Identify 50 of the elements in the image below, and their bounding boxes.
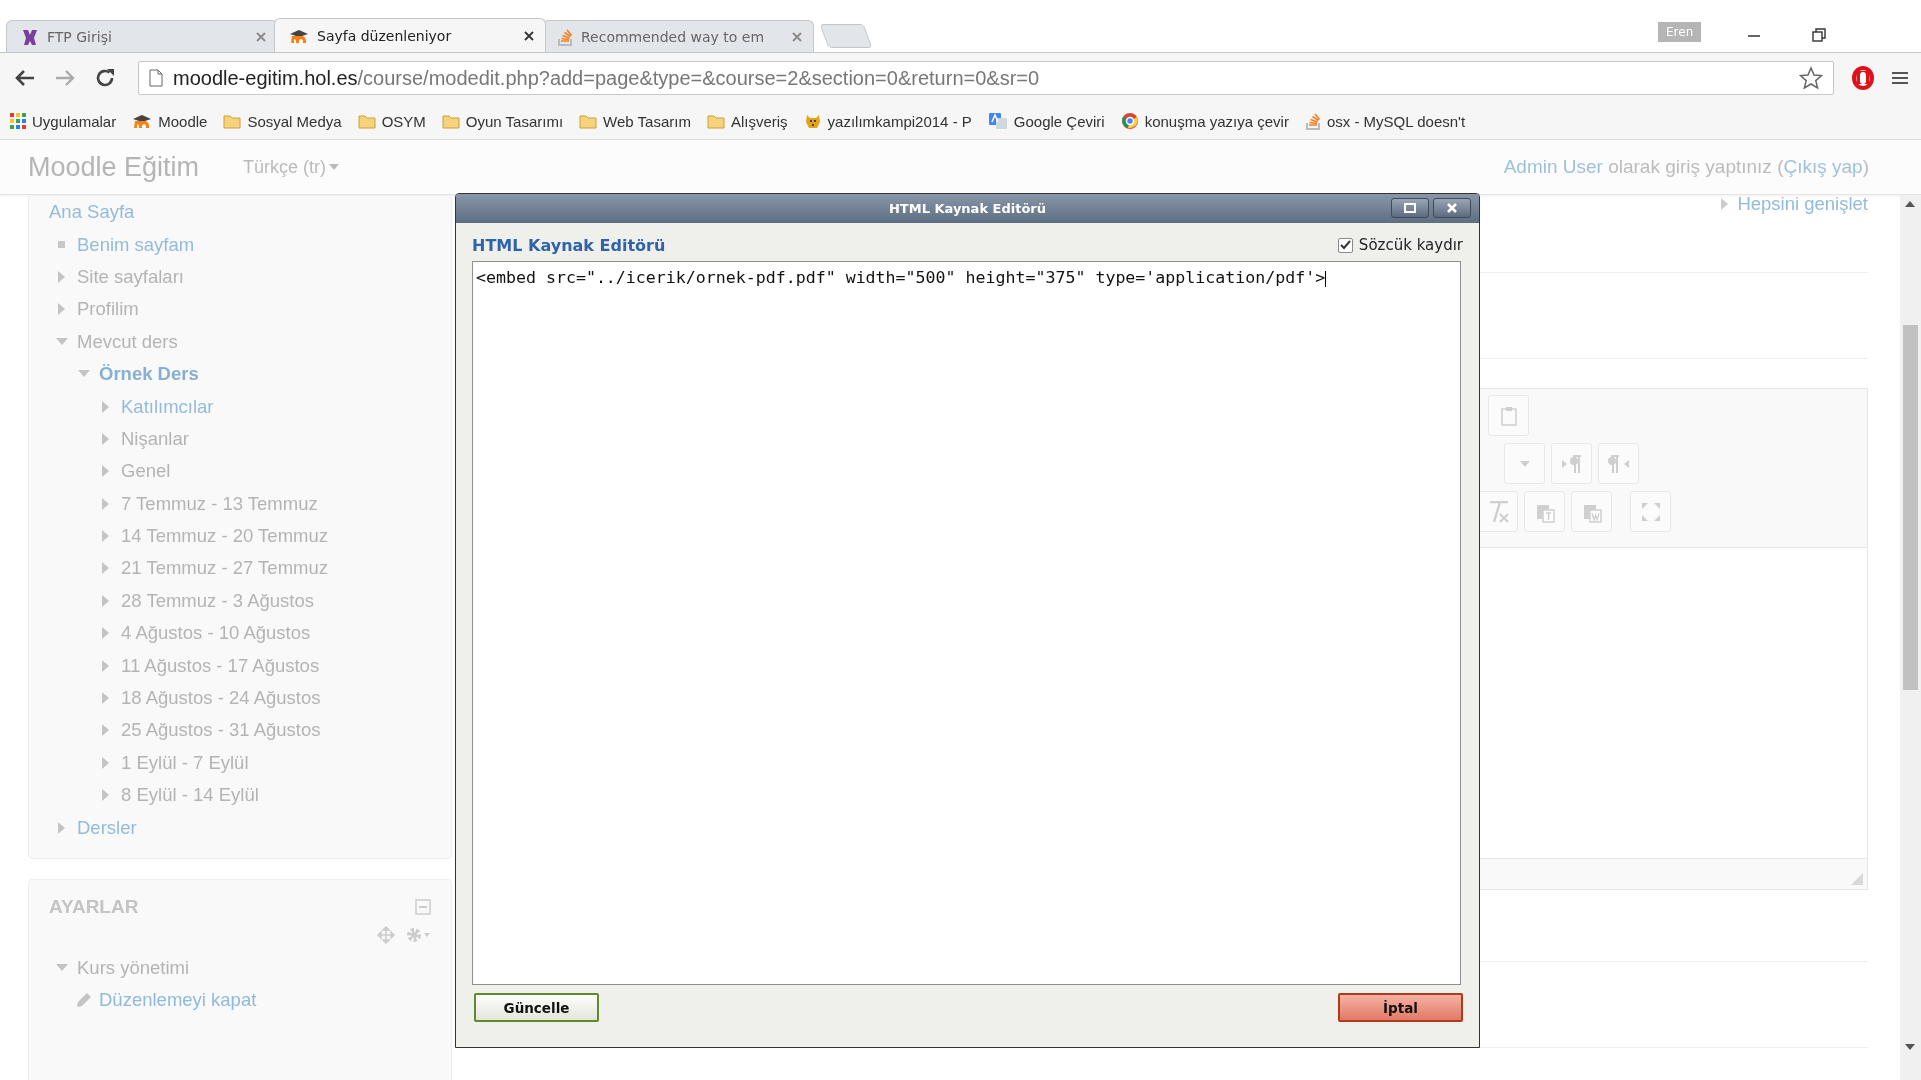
nav-item[interactable]: 1 Eylül - 7 Eylül — [121, 751, 249, 774]
nav-item[interactable]: 25 Ağustos - 31 Ağustos — [121, 719, 321, 742]
bookmark-item[interactable]: Oyun Tasarımı — [441, 112, 564, 130]
nav-item[interactable]: 11 Ağustos - 17 Ağustos — [121, 654, 320, 677]
bookmark-item[interactable]: Alışveriş — [706, 112, 788, 130]
nav-item[interactable]: Düzenlemeyi kapat — [99, 989, 257, 1012]
expand-all-link[interactable]: Hepsini genişlet — [1737, 193, 1868, 215]
nav-item[interactable]: 7 Temmuz - 13 Temmuz — [121, 492, 318, 515]
editor-heading: HTML Kaynak Editörü — [472, 235, 666, 255]
update-button[interactable]: Güncelle — [474, 993, 599, 1022]
logout-link[interactable]: Çıkış yap — [1783, 156, 1863, 177]
nav-item[interactable]: Mevcut ders — [77, 330, 178, 353]
url-path: /course/modedit.php?add=page&type=&course=2&section=0&return=0&sr=0 — [357, 66, 1041, 90]
nav-item[interactable]: 8 Eylül - 14 Eylül — [121, 784, 259, 807]
nav-item[interactable]: Katılımcılar — [121, 395, 214, 418]
url-host: moodle-egitim.hol.es — [173, 66, 358, 90]
nav-item[interactable]: Kurs yönetimi — [77, 957, 190, 979]
nav-item[interactable]: 28 Temmuz - 3 Ağustos — [121, 589, 314, 612]
nav-item[interactable]: 18 Ağustos - 24 Ağustos — [121, 687, 321, 710]
bookmark-item[interactable]: Google Çeviri — [987, 112, 1105, 130]
nav-item[interactable]: Profilim — [77, 298, 139, 321]
bookmark-item[interactable]: Web Tasarım — [579, 112, 691, 130]
address-bar[interactable]: moodle-egitim.hol.es/course/modedit.php?add=page&type=&course=2&section=0&return=0&sr=0 — [138, 61, 1834, 95]
site-brand[interactable]: Moodle Eğitim — [28, 151, 200, 183]
source-code-field[interactable]: <embed src="../icerik/ornek-pdf.pdf" width="500" height="375" type='application/pdf'> — [472, 261, 1461, 985]
nav-item[interactable]: 14 Temmuz - 20 Temmuz — [121, 525, 328, 548]
nav-item[interactable]: 4 Ağustos - 10 Ağustos — [121, 622, 311, 645]
nav-item[interactable]: Site sayfaları — [77, 265, 184, 288]
nav-item[interactable]: Benim sayfam — [77, 233, 195, 256]
nav-item[interactable]: Örnek Ders — [99, 363, 199, 386]
bookmark-item[interactable]: osx - MySQL doesn't — [1304, 112, 1466, 130]
bookmark-item[interactable]: OSYM — [357, 112, 426, 130]
nav-item[interactable]: Ana Sayfa — [49, 201, 135, 224]
bookmark-item[interactable]: konuşma yazıya çevir — [1120, 112, 1289, 130]
bookmark-item[interactable]: yazılımkampi2014 - P — [803, 112, 972, 130]
bookmark-item[interactable]: Sosyal Medya — [223, 112, 342, 130]
user-link[interactable]: Admin User — [1503, 156, 1603, 177]
dialog-title: HTML Kaynak Editörü — [888, 201, 1047, 216]
login-info: Admin User olarak giriş yaptınız (Çıkış yap) — [1503, 156, 1869, 178]
cancel-button[interactable]: İptal — [1338, 993, 1463, 1022]
checkbox-label: Sözcük kaydır — [1358, 236, 1463, 254]
nav-item[interactable]: Dersler — [77, 816, 137, 839]
nav-item[interactable]: 21 Temmuz - 27 Temmuz — [121, 557, 328, 580]
nav-item[interactable]: Genel — [121, 460, 171, 483]
nav-item[interactable]: Nişanlar — [121, 427, 189, 450]
profile-badge[interactable]: Eren — [1658, 22, 1702, 42]
browser-tab[interactable]: Sayfa düzenleniyor — [274, 18, 546, 52]
language-menu[interactable]: Türkçe (tr) — [243, 156, 340, 178]
bookmark-item[interactable]: Uygulamalar — [10, 112, 117, 130]
bookmark-item[interactable]: Moodle — [132, 112, 208, 130]
